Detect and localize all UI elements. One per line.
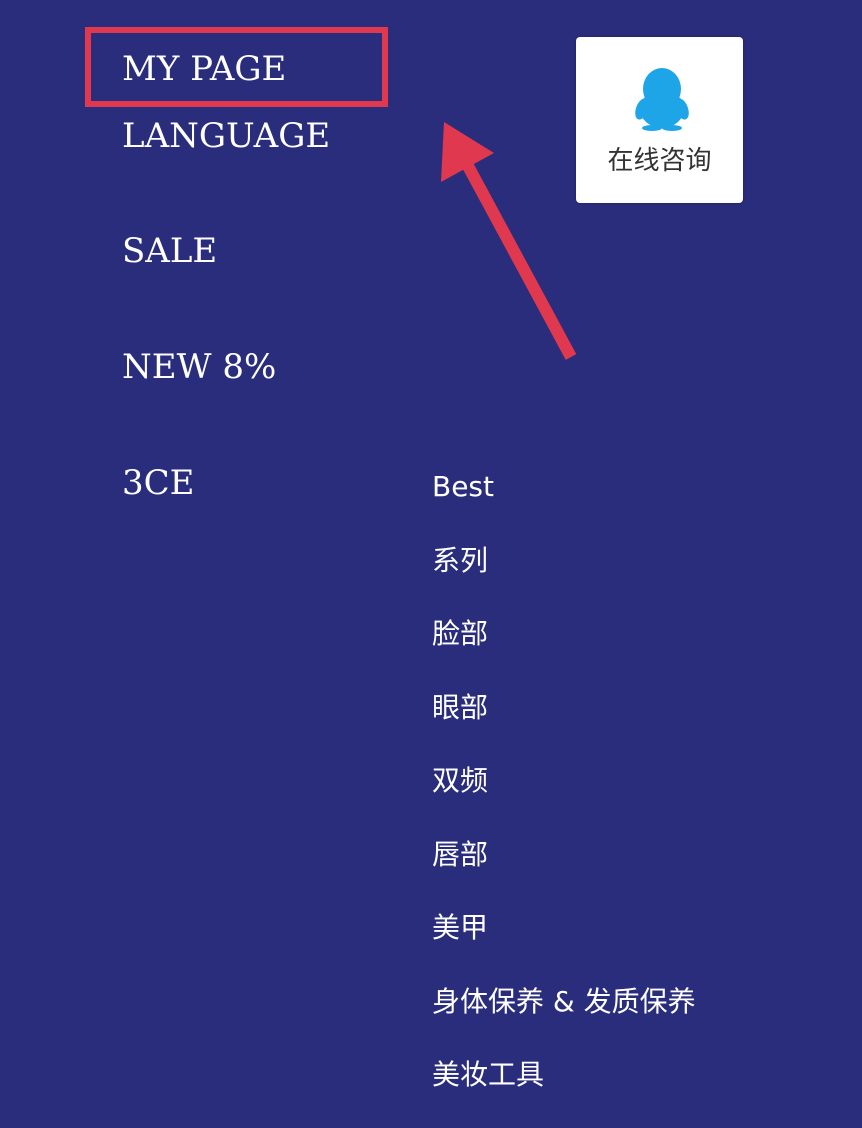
menu-item-sale[interactable]: SALE — [122, 231, 217, 271]
consult-label: 在线咨询 — [607, 146, 712, 176]
online-consult-button[interactable]: 在线咨询 — [576, 37, 743, 203]
qq-penguin-icon — [635, 68, 689, 131]
menu-item-my-page[interactable]: MY PAGE — [122, 49, 286, 89]
submenu-item-nails[interactable]: 美甲 — [432, 907, 696, 949]
submenu-item-eyes[interactable]: 眼部 — [432, 687, 696, 729]
menu-item-3ce[interactable]: 3CE — [122, 463, 194, 503]
submenu-item-dual[interactable]: 双频 — [432, 760, 696, 802]
submenu-item-makeup-tools[interactable]: 美妆工具 — [432, 1054, 696, 1096]
submenu-item-body-hair-care[interactable]: 身体保养 & 发质保养 — [432, 981, 696, 1023]
menu-item-new[interactable]: NEW 8% — [122, 347, 276, 387]
submenu-item-series[interactable]: 系列 — [432, 540, 696, 582]
submenu-item-best[interactable]: Best — [432, 466, 696, 508]
submenu-item-face[interactable]: 脸部 — [432, 613, 696, 655]
menu-item-language[interactable]: LANGUAGE — [122, 116, 330, 156]
sub-menu-3ce: Best 系列 脸部 眼部 双频 唇部 美甲 身体保养 & 发质保养 美妆工具 — [432, 466, 696, 1128]
submenu-item-lips[interactable]: 唇部 — [432, 834, 696, 876]
